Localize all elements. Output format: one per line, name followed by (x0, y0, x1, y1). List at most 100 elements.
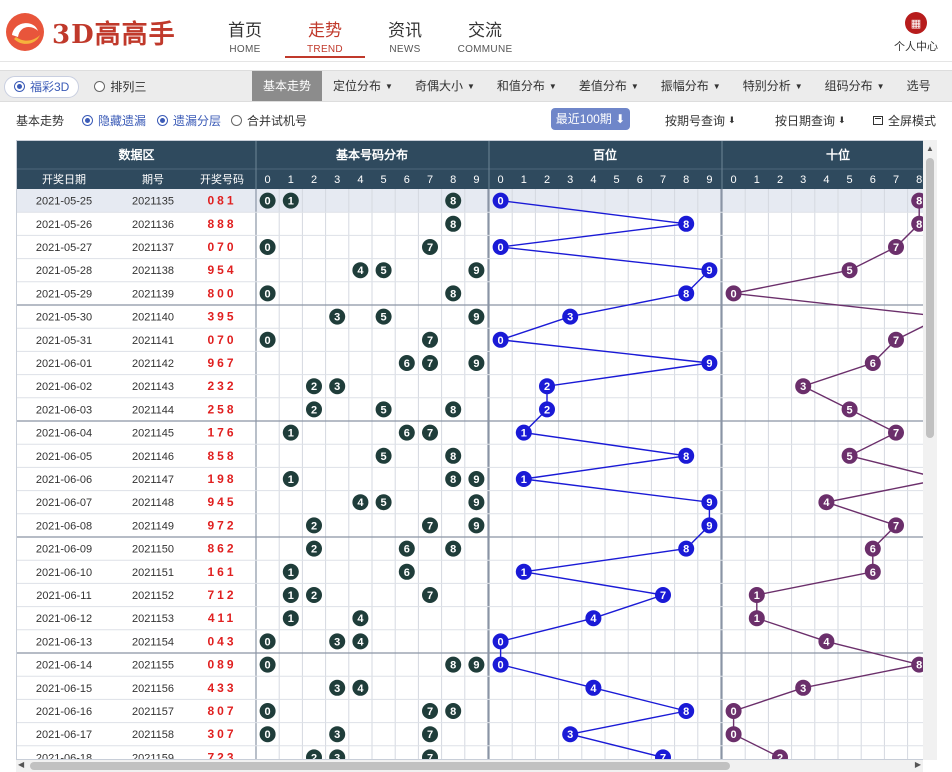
row-issue: 2021137 (132, 242, 174, 254)
tens-ball-label: 8 (916, 660, 922, 672)
digit-header: 3 (334, 174, 340, 186)
digit-header: 5 (381, 174, 387, 186)
scroll-left-icon: ◀ (18, 760, 25, 769)
row-winning-number: 411 (208, 611, 236, 625)
hundreds-ball-label: 1 (521, 474, 527, 486)
nav-home-sublabel: HOME (229, 44, 261, 55)
basic-ball-label: 0 (265, 242, 271, 254)
menu-amplitude[interactable]: 振幅分布 ▼ (650, 71, 732, 101)
digit-header: 8 (683, 174, 689, 186)
menu-odd-even[interactable]: 奇偶大小 ▼ (404, 71, 486, 101)
digit-header: 9 (706, 174, 712, 186)
basic-ball-label: 7 (427, 706, 433, 718)
tens-ball-label: 8 (916, 196, 922, 208)
merge-test-option[interactable]: 合并试机号 (231, 112, 307, 129)
vertical-scroll-thumb[interactable] (926, 158, 934, 438)
fullscreen-icon (873, 116, 883, 125)
hundreds-ball-label: 8 (683, 219, 689, 231)
row-date: 2021-06-17 (36, 729, 92, 741)
basic-ball-label: 2 (311, 590, 317, 602)
row-date: 2021-06-11 (36, 590, 91, 602)
row-issue: 2021156 (132, 683, 174, 695)
basic-ball-label: 0 (265, 288, 271, 300)
tens-ball-label: 3 (800, 683, 806, 695)
basic-ball-label: 9 (473, 312, 479, 324)
basic-ball-label: 1 (288, 613, 294, 625)
menu-pick[interactable]: 选号 (896, 71, 942, 101)
menu-position-label: 定位分布 (333, 79, 382, 93)
user-center-link[interactable]: ▦ 个人中心 (894, 12, 938, 54)
hundreds-ball-label: 2 (544, 381, 550, 393)
basic-ball-label: 7 (427, 590, 433, 602)
row-issue: 2021142 (132, 358, 174, 370)
radio-selected-icon (82, 115, 93, 126)
menu-group[interactable]: 组码分布 ▼ (814, 71, 896, 101)
tens-trend-line (732, 200, 923, 759)
nav-trend-label: 走势 (308, 21, 342, 40)
hundreds-ball-label: 9 (706, 265, 712, 277)
basic-ball-label: 9 (473, 358, 479, 370)
nav-trend[interactable]: 走势 TREND (285, 0, 365, 58)
row-date: 2021-06-01 (36, 358, 92, 370)
row-date: 2021-06-15 (36, 683, 92, 695)
recent-100-button[interactable]: 最近100期 ⬇ (551, 108, 630, 130)
basic-ball-label: 8 (450, 660, 456, 672)
row-winning-number: 967 (207, 356, 236, 370)
nav-news-label: 资讯 (388, 21, 422, 40)
tens-ball-label: 5 (847, 404, 853, 416)
row-winning-number: 043 (207, 634, 236, 648)
menu-special[interactable]: 特别分析 ▼ (732, 71, 814, 101)
row-winning-number: 972 (207, 518, 236, 532)
nav-home[interactable]: 首页 HOME (205, 0, 285, 58)
omit-layer-option[interactable]: 遗漏分层 (157, 112, 221, 129)
digit-header: 6 (404, 174, 410, 186)
query-by-issue-button[interactable]: 按期号查询 ⬇ (665, 112, 736, 129)
col-header-date: 开奖日期 (42, 172, 86, 186)
query-by-date-button[interactable]: 按日期查询 ⬇ (775, 112, 846, 129)
lottery-fc3d[interactable]: 福彩3D (4, 75, 80, 98)
hundreds-ball-label: 9 (706, 497, 712, 509)
row-winning-number: 081 (207, 194, 236, 208)
digit-header: 2 (544, 174, 550, 186)
row-winning-number: 395 (207, 310, 236, 324)
lottery-pl3[interactable]: 排列三 (85, 76, 155, 98)
digit-header: 3 (800, 174, 806, 186)
omit-layer-label: 遗漏分层 (173, 114, 222, 128)
basic-ball-label: 0 (265, 706, 271, 718)
fullscreen-button[interactable]: 全屏模式 (873, 112, 936, 129)
horizontal-scrollbar[interactable]: ◀ ▶ (16, 760, 923, 772)
row-winning-number: 862 (207, 542, 236, 556)
row-issue: 2021148 (132, 497, 174, 509)
basic-ball-label: 5 (381, 265, 387, 277)
tens-ball-label: 6 (870, 567, 876, 579)
basic-ball-label: 4 (357, 265, 364, 277)
menu-basic-trend-label: 基本走势 (263, 79, 312, 93)
horizontal-scroll-thumb[interactable] (30, 762, 730, 770)
menu-sum[interactable]: 和值分布 ▼ (486, 71, 568, 101)
tens-ball-label: 1 (754, 613, 760, 625)
hundreds-ball-label: 3 (567, 729, 573, 741)
basic-ball-label: 6 (404, 428, 410, 440)
row-date: 2021-05-29 (36, 288, 92, 300)
group-header-hundreds: 百位 (593, 147, 617, 162)
menu-basic-trend[interactable]: 基本走势 (252, 71, 323, 101)
menu-position[interactable]: 定位分布 ▼ (322, 71, 404, 101)
basic-ball-label: 3 (334, 729, 340, 741)
col-header-issue: 期号 (142, 173, 164, 186)
digit-header: 6 (637, 174, 643, 186)
row-winning-number: 712 (207, 588, 236, 602)
basic-ball-label: 7 (427, 520, 433, 532)
nav-commune[interactable]: 交流 COMMUNE (445, 0, 525, 58)
nav-news[interactable]: 资讯 NEWS (365, 0, 445, 58)
digit-header: 8 (450, 174, 456, 186)
row-issue: 2021140 (132, 312, 174, 324)
digit-header: 0 (498, 174, 504, 186)
hundreds-ball-label: 2 (544, 404, 550, 416)
row-issue: 2021149 (132, 520, 174, 532)
site-logo[interactable]: 3D高高手 (4, 10, 176, 54)
options-row: 基本走势 隐藏遗漏 遗漏分层 合并试机号 最近100期 ⬇ 按期号查询 ⬇ 按日期… (0, 108, 952, 132)
menu-diff[interactable]: 差值分布 ▼ (568, 71, 650, 101)
hide-omit-option[interactable]: 隐藏遗漏 (82, 112, 146, 129)
vertical-scrollbar[interactable]: ▲ (923, 140, 937, 760)
hundreds-ball-label: 4 (590, 613, 597, 625)
